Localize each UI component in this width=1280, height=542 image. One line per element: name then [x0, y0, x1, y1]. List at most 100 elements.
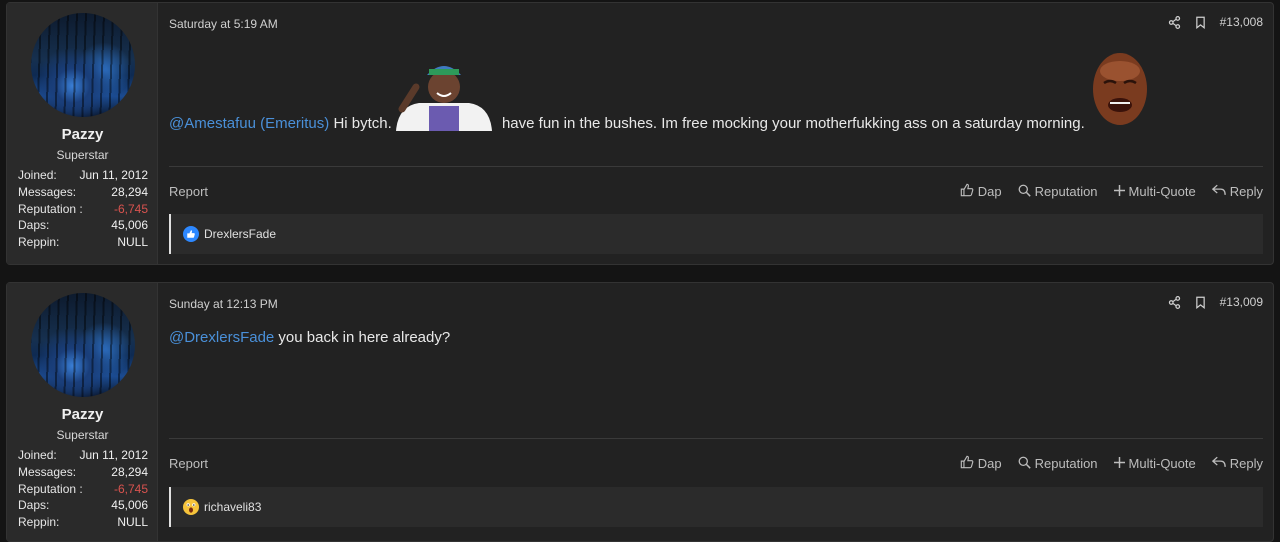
mention-link[interactable]: @DrexlersFade: [169, 329, 274, 346]
multi-quote-label: Multi-Quote: [1128, 184, 1196, 199]
reply-label: Reply: [1229, 184, 1263, 199]
reaction-user[interactable]: richaveli83: [204, 500, 261, 514]
multi-quote-label: Multi-Quote: [1128, 456, 1196, 471]
post-actions: Dap Reputation Multi-Quote Reply: [960, 183, 1263, 200]
multi-quote-button[interactable]: Multi-Quote: [1113, 183, 1196, 200]
post-text: Hi bytch.: [329, 115, 396, 132]
dap-label: Dap: [977, 456, 1002, 471]
dap-button[interactable]: Dap: [960, 183, 1002, 200]
reaction-user[interactable]: DrexlersFade: [204, 227, 276, 241]
stat-label: Daps:: [18, 218, 50, 233]
wow-icon: [183, 499, 199, 515]
post-header-actions: #13,008: [1168, 15, 1263, 29]
stat-value: -6,745: [113, 201, 148, 216]
stat-value: 28,294: [111, 464, 148, 479]
mention-link[interactable]: @Amestafuu (Emeritus): [169, 115, 329, 132]
stat-messages: Messages: 28,294: [18, 184, 148, 201]
stat-reppin: Reppin: NULL: [18, 234, 148, 251]
stat-reputation: Reputation : -6,745: [18, 481, 148, 498]
reply-icon: [1211, 184, 1226, 199]
share-icon[interactable]: [1168, 15, 1181, 29]
dap-button[interactable]: Dap: [960, 455, 1002, 472]
thumbs-up-icon: [960, 183, 974, 200]
stat-reputation: Reputation : -6,745: [18, 201, 148, 218]
user-title: Superstar: [56, 428, 109, 442]
post-content: @Amestafuu (Emeritus) Hi bytch. have fun…: [169, 115, 1085, 132]
username[interactable]: Pazzy: [7, 126, 158, 143]
reputation-button[interactable]: Reputation: [1018, 183, 1098, 200]
avatar[interactable]: [31, 293, 135, 397]
divider: [169, 438, 1263, 439]
post-number[interactable]: #13,009: [1220, 295, 1263, 309]
stat-daps: Daps: 45,006: [18, 497, 148, 514]
stat-label: Reputation :: [18, 201, 83, 216]
like-icon: [183, 226, 199, 242]
stat-value: NULL: [117, 235, 148, 250]
reputation-label: Reputation: [1034, 456, 1098, 471]
avatar[interactable]: [31, 13, 135, 117]
post-text: have fun in the bushes. Im free mocking …: [501, 115, 1085, 132]
username[interactable]: Pazzy: [7, 406, 158, 423]
stat-value: 45,006: [111, 218, 148, 233]
plus-icon: [1113, 456, 1125, 471]
report-link[interactable]: Report: [169, 456, 208, 471]
user-info: Pazzy Superstar Joined: Jun 11, 2012 Mess…: [7, 283, 166, 541]
stat-reppin: Reppin: NULL: [18, 514, 148, 531]
reactions-bar[interactable]: richaveli83: [169, 487, 1263, 527]
reputation-label: Reputation: [1034, 184, 1098, 199]
crying-jordan-sticker: [1093, 53, 1147, 125]
report-link[interactable]: Report: [169, 184, 208, 199]
bookmark-icon[interactable]: [1195, 296, 1206, 309]
user-info: Pazzy Superstar Joined: Jun 11, 2012 Mess…: [7, 3, 166, 264]
user-stats: Joined: Jun 11, 2012 Messages: 28,294 Repu…: [18, 447, 148, 531]
search-icon: [1018, 184, 1031, 200]
post-text: you back in here already?: [274, 329, 451, 346]
stat-label: Daps:: [18, 498, 50, 513]
stat-label: Joined:: [18, 448, 57, 462]
search-icon: [1018, 456, 1031, 472]
post-header-actions: #13,009: [1168, 295, 1263, 309]
stat-value: Jun 11, 2012: [79, 168, 148, 182]
stat-value: 45,006: [111, 498, 148, 513]
post-content: @DrexlersFade you back in here already?: [169, 329, 450, 346]
post-footer: Report Dap Reputation Multi-Quote Reply: [169, 183, 1263, 200]
reactions-bar[interactable]: DrexlersFade: [169, 214, 1263, 254]
stat-joined: Joined: Jun 11, 2012: [18, 167, 148, 184]
post-time[interactable]: Saturday at 5:19 AM: [169, 17, 278, 31]
stat-label: Messages:: [18, 184, 77, 199]
reply-button[interactable]: Reply: [1211, 455, 1263, 472]
reputation-button[interactable]: Reputation: [1018, 455, 1098, 472]
post-13009: Pazzy Superstar Joined: Jun 11, 2012 Mess…: [6, 282, 1274, 542]
user-stats: Joined: Jun 11, 2012 Messages: 28,294 Repu…: [18, 167, 148, 251]
multi-quote-button[interactable]: Multi-Quote: [1113, 455, 1196, 472]
post-number[interactable]: #13,008: [1220, 15, 1263, 29]
reply-icon: [1211, 456, 1226, 471]
plus-icon: [1113, 184, 1125, 199]
stat-joined: Joined: Jun 11, 2012: [18, 447, 148, 464]
user-arrow: [158, 309, 166, 325]
stat-value: NULL: [117, 515, 148, 530]
stat-messages: Messages: 28,294: [18, 464, 148, 481]
divider: [169, 166, 1263, 167]
post-13008: Pazzy Superstar Joined: Jun 11, 2012 Mess…: [6, 2, 1274, 265]
user-arrow: [158, 29, 166, 45]
stat-value: 28,294: [111, 184, 148, 199]
stat-daps: Daps: 45,006: [18, 217, 148, 234]
stat-label: Reppin:: [18, 235, 60, 250]
post-time[interactable]: Sunday at 12:13 PM: [169, 297, 278, 311]
share-icon[interactable]: [1168, 295, 1181, 309]
dap-label: Dap: [977, 184, 1002, 199]
reply-button[interactable]: Reply: [1211, 183, 1263, 200]
stat-label: Reppin:: [18, 515, 60, 530]
stat-value: -6,745: [113, 481, 148, 496]
stat-value: Jun 11, 2012: [79, 448, 148, 462]
reply-label: Reply: [1229, 456, 1263, 471]
stat-label: Reputation :: [18, 481, 83, 496]
post-footer: Report Dap Reputation Multi-Quote Reply: [169, 455, 1263, 472]
user-title: Superstar: [56, 148, 109, 162]
post-actions: Dap Reputation Multi-Quote Reply: [960, 455, 1263, 472]
stat-label: Joined:: [18, 168, 57, 182]
stat-label: Messages:: [18, 464, 77, 479]
bookmark-icon[interactable]: [1195, 16, 1206, 29]
thumbs-up-icon: [960, 455, 974, 472]
